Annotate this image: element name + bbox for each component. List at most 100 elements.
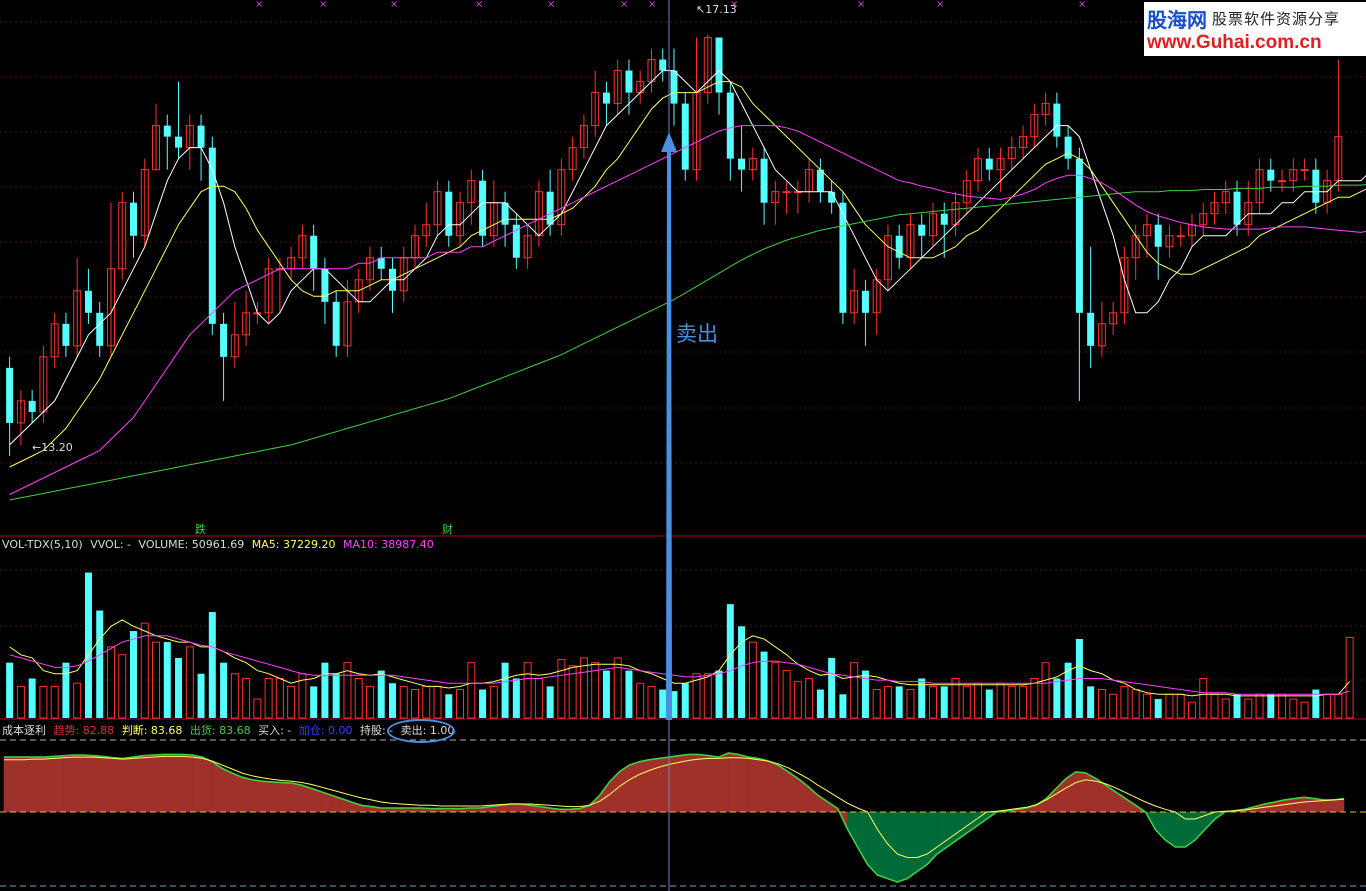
candle-body-down bbox=[501, 202, 509, 225]
volume-bar-up bbox=[489, 685, 498, 719]
volume-bar-up bbox=[523, 662, 532, 719]
volume-bar-down bbox=[1154, 699, 1162, 718]
indicator-area-segment bbox=[132, 755, 144, 813]
indicator-area-segment bbox=[122, 756, 134, 813]
indicator-area-segment bbox=[172, 754, 183, 813]
candle-body-up bbox=[782, 191, 791, 194]
volume-bar-down bbox=[1053, 678, 1061, 718]
indicator-area-segment bbox=[777, 764, 789, 813]
indicator-area-segment bbox=[767, 760, 779, 813]
volume-bar-up bbox=[872, 689, 881, 719]
candle-body-down bbox=[96, 312, 104, 346]
volume-bar-up bbox=[1165, 693, 1174, 719]
indicator-area-segment bbox=[301, 784, 313, 813]
candle-body-down bbox=[715, 37, 723, 93]
indicator-area-segment bbox=[83, 754, 94, 813]
indicator-panel bbox=[0, 752, 1366, 883]
volume-bar-up bbox=[1142, 693, 1151, 719]
vol-volume: VOLUME: 50961.69 bbox=[138, 538, 245, 551]
volume-bar-up bbox=[16, 685, 25, 719]
candle-body-down bbox=[726, 92, 734, 159]
indicator-area-segment bbox=[648, 758, 660, 813]
volume-bar-up bbox=[793, 681, 802, 719]
high-price-label: ↖17.13 bbox=[696, 3, 737, 16]
sell-highlight-oval bbox=[387, 719, 455, 743]
volume-bar-up bbox=[1041, 662, 1050, 719]
volume-bar-up bbox=[850, 662, 859, 719]
indicator-area-segment bbox=[3, 756, 15, 813]
volume-bar-up bbox=[456, 689, 465, 719]
candle-body-down bbox=[738, 158, 746, 170]
volume-bar-up bbox=[365, 685, 374, 719]
volume-bar-up bbox=[411, 689, 419, 719]
volume-bar-up bbox=[771, 662, 780, 719]
candle-body-down bbox=[332, 301, 340, 346]
ind-ship: 出货: 83.68 bbox=[189, 724, 251, 737]
volume-bar-down bbox=[659, 689, 667, 718]
candle-body-down bbox=[895, 235, 903, 258]
candle-body-down bbox=[546, 191, 554, 225]
volume-bar-up bbox=[422, 685, 431, 719]
volume-bar-up bbox=[883, 685, 892, 719]
indicator-area-segment bbox=[23, 756, 35, 813]
volume-bar-up bbox=[805, 677, 814, 719]
volume-bar-up bbox=[1019, 685, 1028, 719]
candle-body-up bbox=[1300, 169, 1309, 172]
volume-bar-down bbox=[130, 631, 137, 718]
volume-bar-up bbox=[906, 689, 915, 719]
volume-bar-up bbox=[1278, 693, 1287, 719]
indicator-area-segment bbox=[728, 752, 739, 813]
indicator-area-segment bbox=[261, 780, 273, 813]
price-panel bbox=[6, 34, 1366, 501]
volume-bar-down bbox=[479, 689, 487, 718]
indicator-area-segment bbox=[1284, 798, 1295, 813]
volume-bar-up bbox=[1176, 693, 1185, 719]
indicator-area-segment bbox=[1174, 811, 1186, 848]
volume-bar-down bbox=[445, 694, 453, 718]
top-event-marker: × bbox=[1078, 0, 1086, 10]
volume-bar-down bbox=[681, 683, 689, 718]
indicator-area-segment bbox=[748, 756, 759, 813]
volume-bar-up bbox=[118, 654, 127, 719]
indicator-area-segment bbox=[916, 811, 928, 873]
volume-bar-up bbox=[557, 659, 566, 719]
volume-bar-up bbox=[1221, 698, 1230, 719]
vol-ma5: MA5: 37229.20 bbox=[251, 538, 336, 551]
indicator-area-segment bbox=[698, 754, 710, 813]
volume-bar-down bbox=[310, 686, 318, 718]
guhai-watermark-logo: 股海网 股票软件资源分享 www.Guhai.com.cn bbox=[1144, 2, 1366, 56]
candle-body-down bbox=[602, 92, 610, 104]
volume-bar-down bbox=[1267, 694, 1275, 718]
volume-bar-down bbox=[96, 610, 104, 718]
candle-body-down bbox=[28, 400, 36, 412]
candle-body-down bbox=[1233, 191, 1241, 225]
volume-bar-down bbox=[332, 673, 340, 718]
indicator-area-segment bbox=[192, 754, 203, 813]
candle-body-down bbox=[1267, 169, 1275, 181]
indicator-area-segment bbox=[152, 754, 164, 813]
indicator-area-segment bbox=[222, 767, 233, 813]
ind-name: 成本逐利 bbox=[2, 724, 46, 737]
volume-bar-down bbox=[895, 686, 903, 718]
indicator-area-segment bbox=[718, 752, 729, 813]
indicator-area-segment bbox=[877, 811, 888, 879]
volume-bar-down bbox=[197, 673, 205, 718]
indicator-area-segment bbox=[13, 756, 25, 813]
low-price-value: 13.20 bbox=[41, 441, 73, 454]
candle-body-down bbox=[163, 125, 171, 137]
candle-body-down bbox=[625, 70, 633, 93]
volume-bar-up bbox=[1007, 685, 1016, 719]
indicator-area-segment bbox=[33, 756, 45, 813]
top-event-marker: × bbox=[475, 0, 483, 10]
indicator-area-segment bbox=[708, 755, 719, 813]
candle-body-down bbox=[1087, 312, 1095, 346]
candle-body-up bbox=[1278, 180, 1287, 183]
volume-bar-down bbox=[625, 670, 633, 718]
volume-bar-up bbox=[1199, 677, 1208, 719]
volume-bar-down bbox=[208, 612, 216, 718]
indicator-area-segment bbox=[629, 761, 640, 813]
indicator-area-segment bbox=[678, 754, 690, 813]
volume-bar-up bbox=[467, 662, 476, 719]
candle-body-down bbox=[321, 268, 329, 302]
volume-bar-down bbox=[828, 657, 836, 718]
